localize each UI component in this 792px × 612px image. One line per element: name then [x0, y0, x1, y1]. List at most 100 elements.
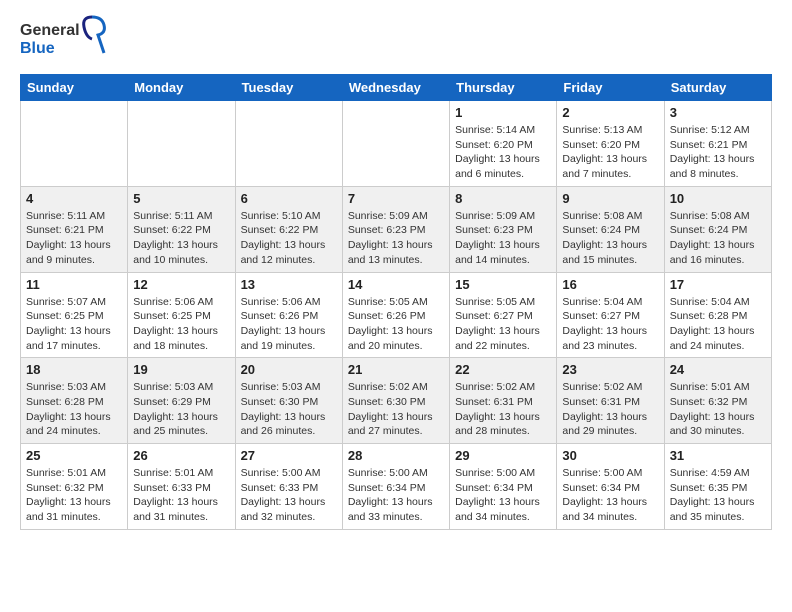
day-cell: [128, 101, 235, 187]
weekday-header-tuesday: Tuesday: [235, 75, 342, 101]
weekday-header-row: SundayMondayTuesdayWednesdayThursdayFrid…: [21, 75, 772, 101]
weekday-header-friday: Friday: [557, 75, 664, 101]
day-info: Sunrise: 5:12 AM Sunset: 6:21 PM Dayligh…: [670, 123, 766, 182]
day-cell: 21 Sunrise: 5:02 AM Sunset: 6:30 PM Dayli…: [342, 358, 449, 444]
day-info: Sunrise: 5:11 AM Sunset: 6:22 PM Dayligh…: [133, 209, 229, 268]
day-number: 20: [241, 362, 337, 377]
day-cell: 2 Sunrise: 5:13 AM Sunset: 6:20 PM Daylig…: [557, 101, 664, 187]
day-cell: 29 Sunrise: 5:00 AM Sunset: 6:34 PM Dayli…: [450, 444, 557, 530]
day-info: Sunrise: 5:10 AM Sunset: 6:22 PM Dayligh…: [241, 209, 337, 268]
day-number: 16: [562, 277, 658, 292]
day-number: 26: [133, 448, 229, 463]
day-cell: 7 Sunrise: 5:09 AM Sunset: 6:23 PM Daylig…: [342, 186, 449, 272]
day-cell: 9 Sunrise: 5:08 AM Sunset: 6:24 PM Daylig…: [557, 186, 664, 272]
day-number: 13: [241, 277, 337, 292]
logo-text: General Blue: [20, 15, 110, 62]
day-info: Sunrise: 5:11 AM Sunset: 6:21 PM Dayligh…: [26, 209, 122, 268]
day-cell: 20 Sunrise: 5:03 AM Sunset: 6:30 PM Dayli…: [235, 358, 342, 444]
day-cell: 17 Sunrise: 5:04 AM Sunset: 6:28 PM Dayli…: [664, 272, 771, 358]
day-cell: 27 Sunrise: 5:00 AM Sunset: 6:33 PM Dayli…: [235, 444, 342, 530]
day-info: Sunrise: 5:09 AM Sunset: 6:23 PM Dayligh…: [455, 209, 551, 268]
day-number: 27: [241, 448, 337, 463]
day-number: 28: [348, 448, 444, 463]
day-info: Sunrise: 5:05 AM Sunset: 6:26 PM Dayligh…: [348, 295, 444, 354]
day-info: Sunrise: 5:01 AM Sunset: 6:33 PM Dayligh…: [133, 466, 229, 525]
day-cell: 14 Sunrise: 5:05 AM Sunset: 6:26 PM Dayli…: [342, 272, 449, 358]
day-cell: 16 Sunrise: 5:04 AM Sunset: 6:27 PM Dayli…: [557, 272, 664, 358]
day-number: 23: [562, 362, 658, 377]
day-number: 14: [348, 277, 444, 292]
weekday-header-thursday: Thursday: [450, 75, 557, 101]
day-cell: 12Sunrise: 5:06 AM Sunset: 6:25 PM Dayli…: [128, 272, 235, 358]
day-number: 11: [26, 277, 122, 292]
day-number: 31: [670, 448, 766, 463]
day-cell: 1 Sunrise: 5:14 AM Sunset: 6:20 PM Daylig…: [450, 101, 557, 187]
day-info: Sunrise: 5:08 AM Sunset: 6:24 PM Dayligh…: [670, 209, 766, 268]
day-cell: 25 Sunrise: 5:01 AM Sunset: 6:32 PM Dayli…: [21, 444, 128, 530]
day-number: 5: [133, 191, 229, 206]
day-number: 25: [26, 448, 122, 463]
day-info: Sunrise: 5:06 AM Sunset: 6:26 PM Dayligh…: [241, 295, 337, 354]
calendar: SundayMondayTuesdayWednesdayThursdayFrid…: [20, 74, 772, 530]
weekday-header-monday: Monday: [128, 75, 235, 101]
day-number: 17: [670, 277, 766, 292]
page: General Blue SundayMondayTuesdayWednesda…: [0, 0, 792, 545]
day-number: 2: [562, 105, 658, 120]
day-number: 1: [455, 105, 551, 120]
day-info: Sunrise: 5:02 AM Sunset: 6:31 PM Dayligh…: [562, 380, 658, 439]
weekday-header-sunday: Sunday: [21, 75, 128, 101]
day-info: Sunrise: 5:04 AM Sunset: 6:27 PM Dayligh…: [562, 295, 658, 354]
day-number: 29: [455, 448, 551, 463]
day-number: 3: [670, 105, 766, 120]
day-info: Sunrise: 5:00 AM Sunset: 6:34 PM Dayligh…: [562, 466, 658, 525]
day-number: 7: [348, 191, 444, 206]
day-cell: 31 Sunrise: 4:59 AM Sunset: 6:35 PM Dayli…: [664, 444, 771, 530]
weekday-header-saturday: Saturday: [664, 75, 771, 101]
day-info: Sunrise: 5:03 AM Sunset: 6:28 PM Dayligh…: [26, 380, 122, 439]
logo: General Blue: [20, 15, 110, 62]
day-cell: 26 Sunrise: 5:01 AM Sunset: 6:33 PM Dayli…: [128, 444, 235, 530]
day-cell: 6 Sunrise: 5:10 AM Sunset: 6:22 PM Daylig…: [235, 186, 342, 272]
day-info: Sunrise: 5:07 AM Sunset: 6:25 PM Dayligh…: [26, 295, 122, 354]
day-info: Sunrise: 5:04 AM Sunset: 6:28 PM Dayligh…: [670, 295, 766, 354]
day-cell: 24Sunrise: 5:01 AM Sunset: 6:32 PM Dayli…: [664, 358, 771, 444]
day-info: Sunrise: 4:59 AM Sunset: 6:35 PM Dayligh…: [670, 466, 766, 525]
day-info: Sunrise: 5:00 AM Sunset: 6:34 PM Dayligh…: [348, 466, 444, 525]
day-number: 6: [241, 191, 337, 206]
day-cell: 4 Sunrise: 5:11 AM Sunset: 6:21 PM Daylig…: [21, 186, 128, 272]
day-number: 19: [133, 362, 229, 377]
day-info: Sunrise: 5:13 AM Sunset: 6:20 PM Dayligh…: [562, 123, 658, 182]
day-cell: [342, 101, 449, 187]
week-row-3: 11 Sunrise: 5:07 AM Sunset: 6:25 PM Dayli…: [21, 272, 772, 358]
day-number: 15: [455, 277, 551, 292]
day-info: Sunrise: 5:01 AM Sunset: 6:32 PM Dayligh…: [26, 466, 122, 525]
day-info: Sunrise: 5:00 AM Sunset: 6:34 PM Dayligh…: [455, 466, 551, 525]
day-number: 4: [26, 191, 122, 206]
day-info: Sunrise: 5:03 AM Sunset: 6:30 PM Dayligh…: [241, 380, 337, 439]
day-number: 18: [26, 362, 122, 377]
weekday-header-wednesday: Wednesday: [342, 75, 449, 101]
day-cell: 8 Sunrise: 5:09 AM Sunset: 6:23 PM Daylig…: [450, 186, 557, 272]
day-info: Sunrise: 5:02 AM Sunset: 6:31 PM Dayligh…: [455, 380, 551, 439]
svg-text:General: General: [20, 22, 80, 39]
day-number: 9: [562, 191, 658, 206]
day-info: Sunrise: 5:09 AM Sunset: 6:23 PM Dayligh…: [348, 209, 444, 268]
day-info: Sunrise: 5:03 AM Sunset: 6:29 PM Dayligh…: [133, 380, 229, 439]
day-info: Sunrise: 5:14 AM Sunset: 6:20 PM Dayligh…: [455, 123, 551, 182]
day-number: 30: [562, 448, 658, 463]
day-number: 8: [455, 191, 551, 206]
day-cell: 11 Sunrise: 5:07 AM Sunset: 6:25 PM Dayli…: [21, 272, 128, 358]
day-cell: 15Sunrise: 5:05 AM Sunset: 6:27 PM Dayli…: [450, 272, 557, 358]
day-info: Sunrise: 5:08 AM Sunset: 6:24 PM Dayligh…: [562, 209, 658, 268]
week-row-5: 25 Sunrise: 5:01 AM Sunset: 6:32 PM Dayli…: [21, 444, 772, 530]
day-cell: 5 Sunrise: 5:11 AM Sunset: 6:22 PM Daylig…: [128, 186, 235, 272]
day-info: Sunrise: 5:02 AM Sunset: 6:30 PM Dayligh…: [348, 380, 444, 439]
day-cell: 30 Sunrise: 5:00 AM Sunset: 6:34 PM Dayli…: [557, 444, 664, 530]
header: General Blue: [20, 15, 772, 62]
day-info: Sunrise: 5:01 AM Sunset: 6:32 PM Dayligh…: [670, 380, 766, 439]
day-number: 12: [133, 277, 229, 292]
day-info: Sunrise: 5:00 AM Sunset: 6:33 PM Dayligh…: [241, 466, 337, 525]
day-cell: [235, 101, 342, 187]
day-cell: 18 Sunrise: 5:03 AM Sunset: 6:28 PM Dayli…: [21, 358, 128, 444]
day-number: 21: [348, 362, 444, 377]
